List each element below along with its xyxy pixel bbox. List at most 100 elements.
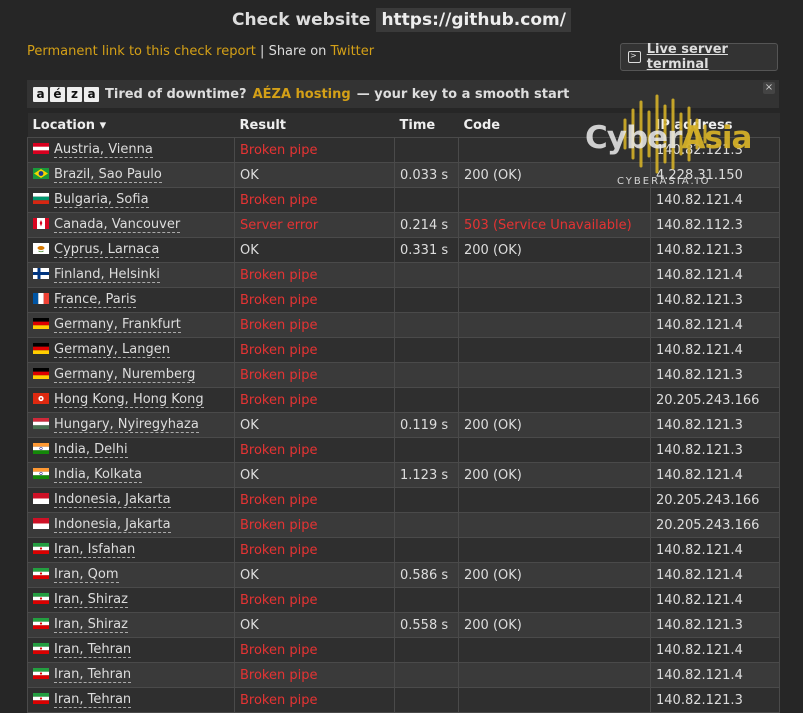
cell-time	[394, 337, 459, 363]
cell-time: 0.119 s	[394, 412, 459, 438]
cell-code	[458, 337, 651, 363]
cell-result: OK	[234, 462, 395, 488]
indonesia-flag-icon	[33, 492, 49, 508]
cell-location: Iran, Tehran	[27, 687, 235, 713]
cell-ip: 140.82.121.4	[650, 537, 780, 563]
iran-flag-icon	[33, 592, 49, 608]
location-link[interactable]: Brazil, Sao Paulo	[54, 167, 162, 183]
cell-time	[394, 187, 459, 213]
location-link[interactable]: Iran, Tehran	[54, 642, 132, 658]
location-link[interactable]: Iran, Tehran	[54, 692, 132, 708]
column-time: Time	[394, 113, 459, 138]
location-link[interactable]: Iran, Shiraz	[54, 617, 128, 633]
share-label: Share on	[268, 44, 327, 59]
live-terminal-button[interactable]: > Live server terminal	[620, 42, 778, 72]
cell-location: Finland, Helsinki	[27, 262, 235, 288]
cell-ip: 140.82.121.3	[650, 237, 780, 263]
location-link[interactable]: Germany, Frankfurt	[54, 317, 181, 333]
cell-location: Iran, Qom	[27, 562, 235, 588]
table-row: Germany, Frankfurt Broken pipe 140.82.121.…	[27, 312, 780, 338]
cell-result: Broken pipe	[234, 187, 395, 213]
cell-code	[458, 537, 651, 563]
aeza-logo: a é z a	[33, 86, 99, 102]
iran-flag-icon	[33, 567, 49, 583]
cell-location: Iran, Tehran	[27, 662, 235, 688]
cell-code	[458, 512, 651, 538]
location-link[interactable]: Hong Kong, Hong Kong	[54, 392, 204, 408]
ad-text-after: — your key to a smooth start	[356, 86, 570, 102]
ad-brand-link[interactable]: AÉZA hosting	[253, 87, 351, 102]
ad-banner[interactable]: a é z a Tired of downtime? AÉZA hosting …	[27, 80, 779, 108]
cell-location: India, Delhi	[27, 437, 235, 463]
location-link[interactable]: Hungary, Nyiregyhaza	[54, 417, 199, 433]
cell-location: Brazil, Sao Paulo	[27, 162, 235, 188]
iran-flag-icon	[33, 667, 49, 683]
location-link[interactable]: Bulgaria, Sofia	[54, 192, 149, 208]
location-link[interactable]: Canada, Vancouver	[54, 217, 181, 233]
location-link[interactable]: India, Kolkata	[54, 467, 142, 483]
location-link[interactable]: Cyprus, Larnaca	[54, 242, 160, 258]
location-link[interactable]: Iran, Isfahan	[54, 542, 136, 558]
cell-result: Broken pipe	[234, 262, 395, 288]
cell-time	[394, 587, 459, 613]
table-row: Indonesia, Jakarta Broken pipe 20.205.243.…	[27, 487, 780, 513]
cell-result: Broken pipe	[234, 337, 395, 363]
cell-ip: 140.82.121.3	[650, 287, 780, 313]
iran-flag-icon	[33, 617, 49, 633]
table-row: Iran, Shiraz Broken pipe 140.82.121.4	[27, 587, 780, 613]
location-link[interactable]: Austria, Vienna	[54, 142, 153, 158]
location-link[interactable]: Germany, Langen	[54, 342, 170, 358]
cell-code: 200 (OK)	[458, 562, 651, 588]
cell-code	[458, 662, 651, 688]
cell-code: 200 (OK)	[458, 162, 651, 188]
cell-code	[458, 362, 651, 388]
cell-ip: 140.82.121.3	[650, 362, 780, 388]
cell-result: Server error	[234, 212, 395, 238]
cell-result: Broken pipe	[234, 587, 395, 613]
cell-time: 0.033 s	[394, 162, 459, 188]
cell-location: Cyprus, Larnaca	[27, 237, 235, 263]
close-icon[interactable]: ×	[763, 82, 775, 94]
cell-time	[394, 537, 459, 563]
cell-location: Indonesia, Jakarta	[27, 487, 235, 513]
iran-flag-icon	[33, 642, 49, 658]
cell-ip: 140.82.121.4	[650, 312, 780, 338]
germany-flag-icon	[33, 342, 49, 358]
cell-result: Broken pipe	[234, 637, 395, 663]
location-link[interactable]: Finland, Helsinki	[54, 267, 160, 283]
cell-ip: 20.205.243.166	[650, 487, 780, 513]
cell-location: Iran, Isfahan	[27, 537, 235, 563]
cell-result: OK	[234, 412, 395, 438]
location-link[interactable]: Iran, Shiraz	[54, 592, 128, 608]
location-link[interactable]: Germany, Nuremberg	[54, 367, 196, 383]
logo-letter: é	[50, 86, 65, 102]
hungary-flag-icon	[33, 417, 49, 433]
twitter-link[interactable]: Twitter	[331, 44, 375, 59]
location-link[interactable]: Iran, Tehran	[54, 667, 132, 683]
location-link[interactable]: France, Paris	[54, 292, 137, 308]
table-row: Iran, Shiraz OK 0.558 s 200 (OK) 140.82.121.…	[27, 612, 780, 638]
cell-time	[394, 287, 459, 313]
hongkong-flag-icon	[33, 392, 49, 408]
cell-ip: 140.82.121.3	[650, 437, 780, 463]
column-code: Code	[458, 113, 651, 138]
permanent-link[interactable]: Permanent link to this check report	[27, 44, 256, 59]
table-row: Bulgaria, Sofia Broken pipe 140.82.121.4	[27, 187, 780, 213]
cell-result: OK	[234, 562, 395, 588]
brazil-flag-icon	[33, 167, 49, 183]
cell-ip: 140.82.121.4	[650, 462, 780, 488]
india-flag-icon	[33, 442, 49, 458]
location-link[interactable]: Indonesia, Jakarta	[54, 517, 171, 533]
column-location[interactable]: Location ▾	[27, 113, 235, 138]
cell-code	[458, 137, 651, 163]
table-row: Brazil, Sao Paulo OK 0.033 s 200 (OK) 4.228.…	[27, 162, 780, 188]
link-separator: |	[260, 44, 265, 59]
location-link[interactable]: Indonesia, Jakarta	[54, 492, 171, 508]
cell-code	[458, 637, 651, 663]
location-link[interactable]: Iran, Qom	[54, 567, 119, 583]
table-row: India, Kolkata OK 1.123 s 200 (OK) 140.82.12…	[27, 462, 780, 488]
cell-time	[394, 437, 459, 463]
cell-location: Germany, Nuremberg	[27, 362, 235, 388]
location-link[interactable]: India, Delhi	[54, 442, 128, 458]
cell-time	[394, 687, 459, 713]
